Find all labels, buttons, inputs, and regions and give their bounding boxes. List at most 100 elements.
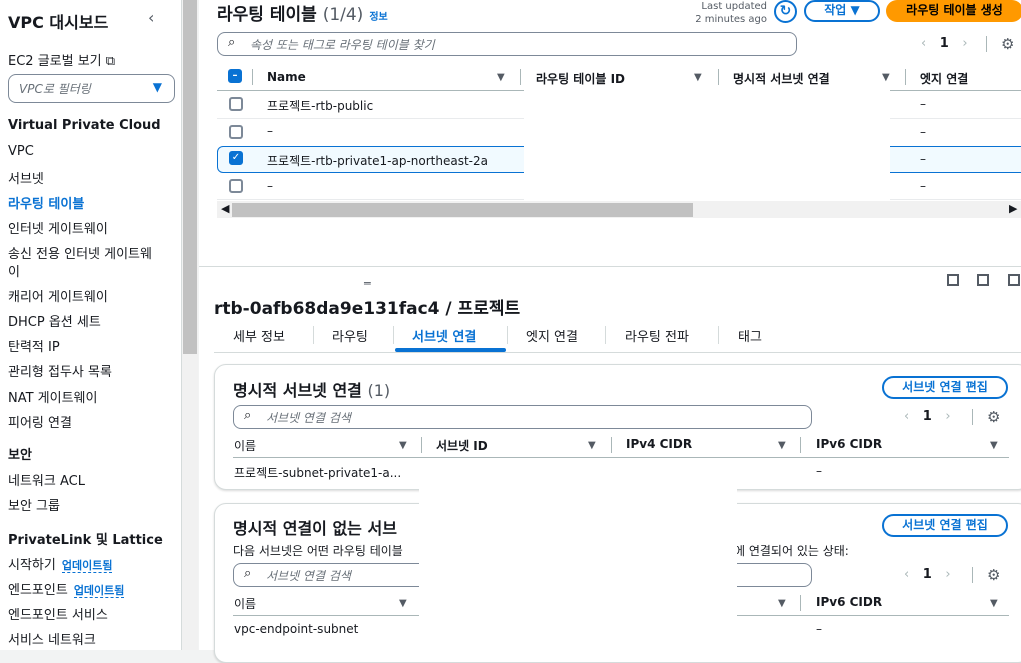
last-updated: Last updated 2 minutes ago (695, 1, 767, 25)
table-row-name[interactable]: – (267, 124, 273, 138)
panel-side-icon[interactable] (977, 274, 989, 286)
sidebar-item-security-groups[interactable]: 보안 그룹 (8, 495, 60, 514)
tab-tags[interactable]: 태그 (738, 326, 762, 345)
sidebar-item-dhcp-options[interactable]: DHCP 옵션 세트 (8, 311, 101, 330)
select-all-checkbox[interactable]: – (228, 69, 242, 83)
table-row-name[interactable]: 프로젝트-rtb-public (267, 97, 373, 114)
column-header-name[interactable]: 이름 (234, 437, 256, 454)
redacted-region (524, 90, 890, 201)
pagination: ‹ 1 › (921, 36, 968, 51)
route-table-search-input[interactable]: ⌕ 속성 또는 태그로 라우팅 테이블 찾기 (217, 32, 797, 56)
page-number[interactable]: 1 (923, 567, 932, 582)
table-row-name[interactable]: 프로젝트-subnet-private1-a... (234, 464, 401, 481)
explicit-pagination: ‹ 1 › (904, 409, 951, 424)
column-header-ipv6[interactable]: IPv6 CIDR (816, 437, 882, 451)
sidebar-item-endpoint-services[interactable]: 엔드포인트 서비스 (8, 604, 108, 623)
vpc-filter-select[interactable]: VPC로 필터링 ▼ (8, 74, 175, 103)
settings-gear-icon[interactable]: ⚙ (987, 408, 1000, 426)
tab-subnet-associations[interactable]: 서브넷 연결 (412, 326, 476, 345)
scroll-right-icon[interactable]: ▶ (1009, 202, 1017, 215)
sidebar-item-nat-gateways[interactable]: NAT 게이트웨이 (8, 387, 97, 406)
tab-details[interactable]: 세부 정보 (233, 326, 285, 345)
edit-subnet-associations-button[interactable]: 서브넷 연결 편집 (882, 514, 1008, 537)
sidebar-item-carrier-gateways[interactable]: 캐리어 게이트웨이 (8, 286, 108, 305)
section-privatelink: PrivateLink 및 Lattice (8, 533, 163, 548)
explicit-subnet-search-input[interactable]: ⌕ 서브넷 연결 검색 (233, 405, 812, 429)
prev-page-icon[interactable]: ‹ (904, 409, 909, 424)
settings-gear-icon[interactable]: ⚙ (987, 566, 1000, 584)
scroll-left-icon[interactable]: ◀ (221, 202, 229, 215)
column-header-ipv6[interactable]: IPv6 CIDR (816, 595, 882, 609)
sort-caret-icon[interactable]: ▼ (588, 440, 596, 451)
refresh-button[interactable]: ↻ (774, 0, 797, 23)
column-header-name[interactable]: Name (267, 70, 306, 84)
search-icon: ⌕ (228, 35, 236, 50)
sidebar-item-network-acl[interactable]: 네트워크 ACL (8, 470, 85, 489)
actions-button[interactable]: 작업 ▼ (804, 0, 880, 22)
sort-caret-icon[interactable]: ▼ (497, 72, 505, 83)
row-checkbox[interactable] (229, 125, 243, 139)
row-checkbox[interactable] (229, 97, 243, 111)
table-row-name[interactable]: – (267, 179, 273, 193)
column-header-subnet-id[interactable]: 서브넷 ID (436, 437, 488, 454)
edit-subnet-associations-button[interactable]: 서브넷 연결 편집 (882, 376, 1008, 399)
column-header-edge[interactable]: 엣지 연결 (920, 70, 968, 87)
sort-caret-icon[interactable]: ▼ (399, 598, 407, 609)
sidebar-item-vpc[interactable]: VPC (8, 144, 34, 159)
sidebar-item-endpoints[interactable]: 엔드포인트 업데이트됨 (8, 579, 125, 598)
sort-caret-icon[interactable]: ▼ (990, 440, 998, 451)
sidebar-item-getting-started[interactable]: 시작하기 업데이트됨 (8, 554, 113, 573)
row-checkbox-checked[interactable]: ✓ (229, 151, 243, 165)
column-header-name[interactable]: 이름 (234, 595, 256, 612)
sidebar-item-egress-only-gateways-wrap[interactable]: 이 (8, 261, 20, 280)
sidebar-item-route-tables[interactable]: 라우팅 테이블 (8, 193, 84, 212)
sidebar-item-peering[interactable]: 피어링 연결 (8, 412, 72, 431)
prev-page-icon[interactable]: ‹ (904, 567, 909, 582)
explicit-subnet-title: 명시적 서브넷 연결 (1) (233, 381, 391, 400)
panel-hide-icon[interactable] (1008, 274, 1020, 286)
column-header-explicit-subnet[interactable]: 명시적 서브넷 연결 (733, 70, 830, 87)
sidebar-title: VPC 대시보드 (8, 13, 109, 32)
sidebar-item-egress-only-gateways[interactable]: 송신 전용 인터넷 게이트웨 (8, 243, 152, 262)
table-horizontal-scrollbar-thumb[interactable] (232, 203, 693, 217)
table-row-edge: – (920, 179, 926, 193)
updated-badge: 업데이트됨 (73, 584, 125, 598)
resize-handle-icon[interactable]: ═ (364, 277, 371, 290)
tab-route-propagation[interactable]: 라우팅 전파 (625, 326, 689, 345)
column-header-route-table-id[interactable]: 라우팅 테이블 ID (536, 70, 625, 87)
sort-caret-icon[interactable]: ▼ (882, 72, 890, 83)
page-number[interactable]: 1 (923, 409, 932, 424)
sidebar-item-internet-gateways[interactable]: 인터넷 게이트웨이 (8, 218, 108, 237)
sidebar: VPC 대시보드 ‹ EC2 글로벌 보기 ⧉ VPC로 필터링 ▼ Virtua… (0, 0, 182, 650)
table-row-name[interactable]: 프로젝트-rtb-private1-ap-northeast-2a (267, 152, 488, 169)
tab-edge-associations[interactable]: 엣지 연결 (526, 326, 578, 345)
ec2-global-view-link[interactable]: EC2 글로벌 보기 ⧉ (8, 50, 115, 69)
row-checkbox[interactable] (229, 179, 243, 193)
implicit-subnet-title: 명시적 연결이 없는 서브 (233, 519, 397, 538)
prev-page-icon[interactable]: ‹ (921, 36, 926, 51)
sidebar-item-prefix-lists[interactable]: 관리형 접두사 목록 (8, 361, 112, 380)
sidebar-item-subnets[interactable]: 서브넷 (8, 168, 44, 187)
next-page-icon[interactable]: › (962, 36, 967, 51)
sort-caret-icon[interactable]: ▼ (990, 598, 998, 609)
page-number[interactable]: 1 (940, 36, 949, 51)
info-link[interactable]: 정보 (369, 12, 387, 23)
next-page-icon[interactable]: › (945, 567, 950, 582)
column-header-ipv4[interactable]: IPv4 CIDR (626, 437, 692, 451)
sidebar-item-service-networks[interactable]: 서비스 네트워크 (8, 629, 96, 648)
settings-gear-icon[interactable]: ⚙ (1001, 35, 1014, 53)
tab-routes[interactable]: 라우팅 (332, 326, 368, 345)
table-row-name[interactable]: vpc-endpoint-subnet (234, 622, 358, 636)
next-page-icon[interactable]: › (945, 409, 950, 424)
sort-caret-icon[interactable]: ▼ (399, 440, 407, 451)
panel-bottom-icon[interactable] (947, 274, 959, 286)
create-route-table-button[interactable]: 라우팅 테이블 생성 (886, 0, 1021, 22)
sidebar-scrollbar-thumb[interactable] (183, 0, 197, 354)
sort-caret-icon[interactable]: ▼ (778, 440, 786, 451)
sidebar-item-elastic-ip[interactable]: 탄력적 IP (8, 336, 60, 355)
collapse-sidebar-icon[interactable]: ‹ (148, 8, 154, 27)
search-icon: ⌕ (244, 408, 252, 423)
sort-caret-icon[interactable]: ▼ (694, 72, 702, 83)
section-virtual-private-cloud: Virtual Private Cloud (8, 118, 161, 133)
sort-caret-icon[interactable]: ▼ (778, 598, 786, 609)
